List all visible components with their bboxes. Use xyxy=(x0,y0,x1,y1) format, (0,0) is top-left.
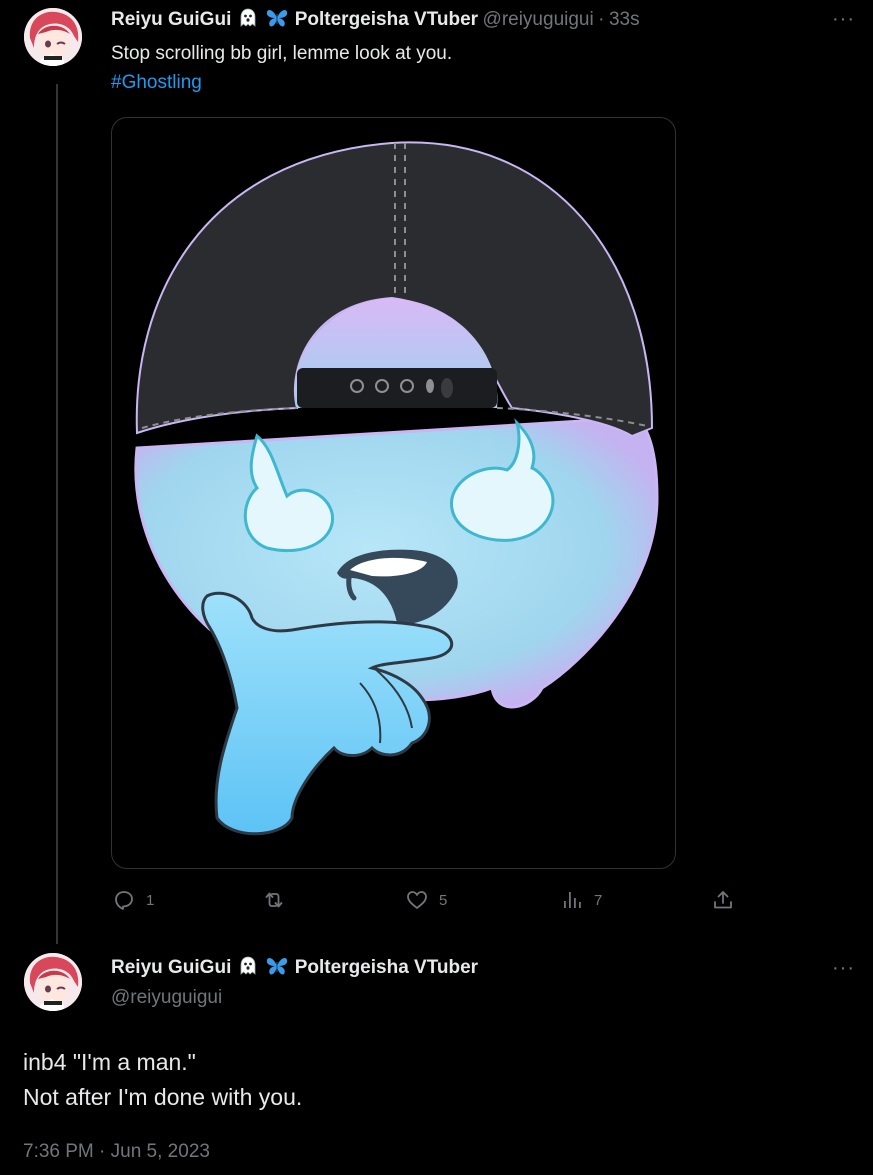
butterfly-emoji-icon xyxy=(266,956,288,981)
reply-icon xyxy=(115,891,133,910)
more-options-icon[interactable]: ··· xyxy=(832,8,855,31)
views-chart-icon xyxy=(564,892,581,908)
heart-icon xyxy=(407,891,427,909)
tweet-text-line1: inb4 "I'm a man." xyxy=(23,1049,196,1075)
butterfly-emoji-icon xyxy=(266,8,288,33)
share-icon xyxy=(714,891,732,909)
time-ago[interactable]: 33s xyxy=(609,9,640,30)
like-button[interactable]: 5 xyxy=(405,888,447,912)
views-count: 7 xyxy=(594,891,603,909)
display-name[interactable]: Reiyu GuiGui xyxy=(111,957,231,978)
tweet-text: Stop scrolling bb girl, lemme look at yo… xyxy=(111,43,453,64)
share-button[interactable] xyxy=(711,888,735,912)
display-name[interactable]: Reiyu GuiGui xyxy=(111,9,231,30)
reply-button[interactable]: 1 xyxy=(112,888,154,912)
display-name-suffix: Poltergeisha VTuber xyxy=(294,9,479,30)
handle[interactable]: @reiyuguigui xyxy=(111,987,222,1009)
views-button[interactable]: 7 xyxy=(560,888,602,912)
ghost-sticker-image xyxy=(134,141,659,836)
avatar[interactable] xyxy=(24,953,82,1011)
ghost-emoji-icon xyxy=(238,8,258,33)
tweet-text-line2: Not after I'm done with you. xyxy=(23,1084,303,1110)
avatar[interactable] xyxy=(24,8,82,66)
tweet-timestamp[interactable]: 7:36 PM · Jun 5, 2023 xyxy=(23,1141,210,1163)
reply-count: 1 xyxy=(146,891,155,909)
thread-line xyxy=(56,84,58,944)
retweet-icon xyxy=(265,892,283,908)
separator: · xyxy=(598,9,605,30)
display-name-suffix: Poltergeisha VTuber xyxy=(294,957,479,978)
tweet-header: Reiyu GuiGui Poltergeisha VTuber @reiyug… xyxy=(111,8,640,33)
retweet-button[interactable] xyxy=(262,888,296,912)
tweet-media[interactable] xyxy=(111,117,676,869)
hashtag-link[interactable]: #Ghostling xyxy=(111,69,202,97)
tweet-header: Reiyu GuiGui Poltergeisha VTuber xyxy=(111,956,478,981)
handle[interactable]: @reiyuguigui xyxy=(483,9,594,30)
ghost-emoji-icon xyxy=(238,956,258,981)
more-options-icon[interactable]: ··· xyxy=(832,957,855,980)
like-count: 5 xyxy=(439,891,448,909)
